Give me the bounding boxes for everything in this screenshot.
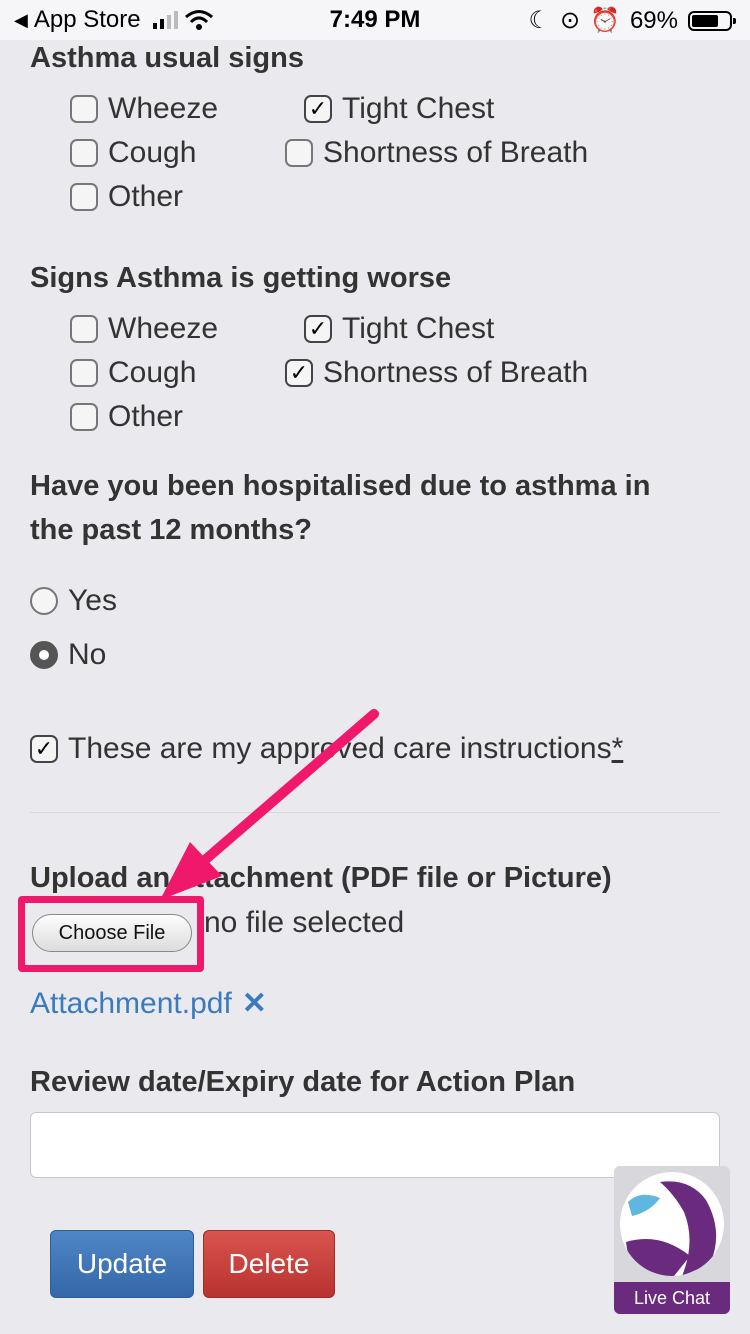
worse-shortness-option[interactable]: ✓ Shortness of Breath <box>285 356 588 390</box>
worse-other-option[interactable]: Other <box>70 400 183 434</box>
option-label: Cough <box>108 136 197 169</box>
attachment-row: Attachment.pdf ✕ <box>30 986 267 1021</box>
option-label: No <box>68 638 107 671</box>
checkbox[interactable] <box>70 315 98 343</box>
option-label: Tight Chest <box>342 312 495 345</box>
live-chat-label: Live Chat <box>614 1282 730 1314</box>
option-label: Wheeze <box>108 312 219 345</box>
option-label: Shortness of Breath <box>323 356 589 389</box>
remove-attachment-icon[interactable]: ✕ <box>242 986 267 1021</box>
divider <box>30 812 720 813</box>
update-button[interactable]: Update <box>50 1230 194 1298</box>
battery-icon <box>688 10 736 31</box>
checkbox-checked[interactable]: ✓ <box>304 315 332 343</box>
approved-care-option[interactable]: ✓ These are my approved care instruction… <box>30 732 623 766</box>
hospitalised-heading-line2: the past 12 months? <box>30 514 312 546</box>
option-label: Tight Chest <box>342 92 495 125</box>
checkbox[interactable] <box>70 359 98 387</box>
live-chat-logo-icon <box>620 1172 724 1276</box>
radio-button[interactable] <box>30 587 58 615</box>
usual-cough-option[interactable]: Cough <box>70 136 196 170</box>
option-label: Shortness of Breath <box>323 136 589 169</box>
checkbox[interactable] <box>70 183 98 211</box>
alarm-icon: ⏰ <box>590 7 620 34</box>
checkbox-checked[interactable]: ✓ <box>285 359 313 387</box>
hospitalised-yes-option[interactable]: Yes <box>30 584 117 618</box>
live-chat-widget[interactable]: Live Chat <box>614 1166 730 1314</box>
checkbox[interactable] <box>70 403 98 431</box>
checkbox[interactable] <box>70 139 98 167</box>
approved-label: These are my approved care instructions <box>68 732 612 765</box>
delete-button[interactable]: Delete <box>203 1230 335 1298</box>
review-heading: Review date/Expiry date for Action Plan <box>30 1066 576 1098</box>
worse-wheeze-option[interactable]: Wheeze <box>70 312 218 346</box>
file-status: no file selected <box>204 906 405 939</box>
moon-icon: ☾ <box>528 7 550 34</box>
checkbox[interactable] <box>285 139 313 167</box>
rotation-lock-icon: ⊙ <box>559 7 581 34</box>
worse-tight-chest-option[interactable]: ✓ Tight Chest <box>304 312 494 346</box>
upload-heading: Upload an attachment (PDF file or Pictur… <box>30 862 612 894</box>
checkbox-checked[interactable]: ✓ <box>304 95 332 123</box>
attachment-link[interactable]: Attachment.pdf <box>30 987 232 1021</box>
usual-wheeze-option[interactable]: Wheeze <box>70 92 218 126</box>
checkbox[interactable] <box>70 95 98 123</box>
worse-cough-option[interactable]: Cough <box>70 356 196 390</box>
highlight-annotation <box>18 896 204 972</box>
option-label: Cough <box>108 356 197 389</box>
radio-button-selected[interactable] <box>30 641 58 669</box>
usual-tight-chest-option[interactable]: ✓ Tight Chest <box>304 92 494 126</box>
usual-other-option[interactable]: Other <box>70 180 183 214</box>
option-label: Yes <box>68 584 117 617</box>
worse-signs-heading: Signs Asthma is getting worse <box>30 262 452 294</box>
option-label: Wheeze <box>108 92 219 125</box>
status-right: ☾ ⊙ ⏰ 69% <box>528 6 736 35</box>
usual-signs-heading: Asthma usual signs <box>30 42 304 74</box>
usual-shortness-option[interactable]: Shortness of Breath <box>285 136 588 170</box>
status-bar: ◀ App Store 7:49 PM ☾ ⊙ ⏰ 69% <box>0 0 750 40</box>
option-label: Other <box>108 400 184 433</box>
checkbox-checked[interactable]: ✓ <box>30 735 58 763</box>
option-label: Other <box>108 180 184 213</box>
required-mark: * <box>611 732 624 765</box>
hospitalised-heading-line1: Have you been hospitalised due to asthma… <box>30 470 651 502</box>
battery-percent: 69% <box>629 6 678 34</box>
hospitalised-no-option[interactable]: No <box>30 638 106 672</box>
